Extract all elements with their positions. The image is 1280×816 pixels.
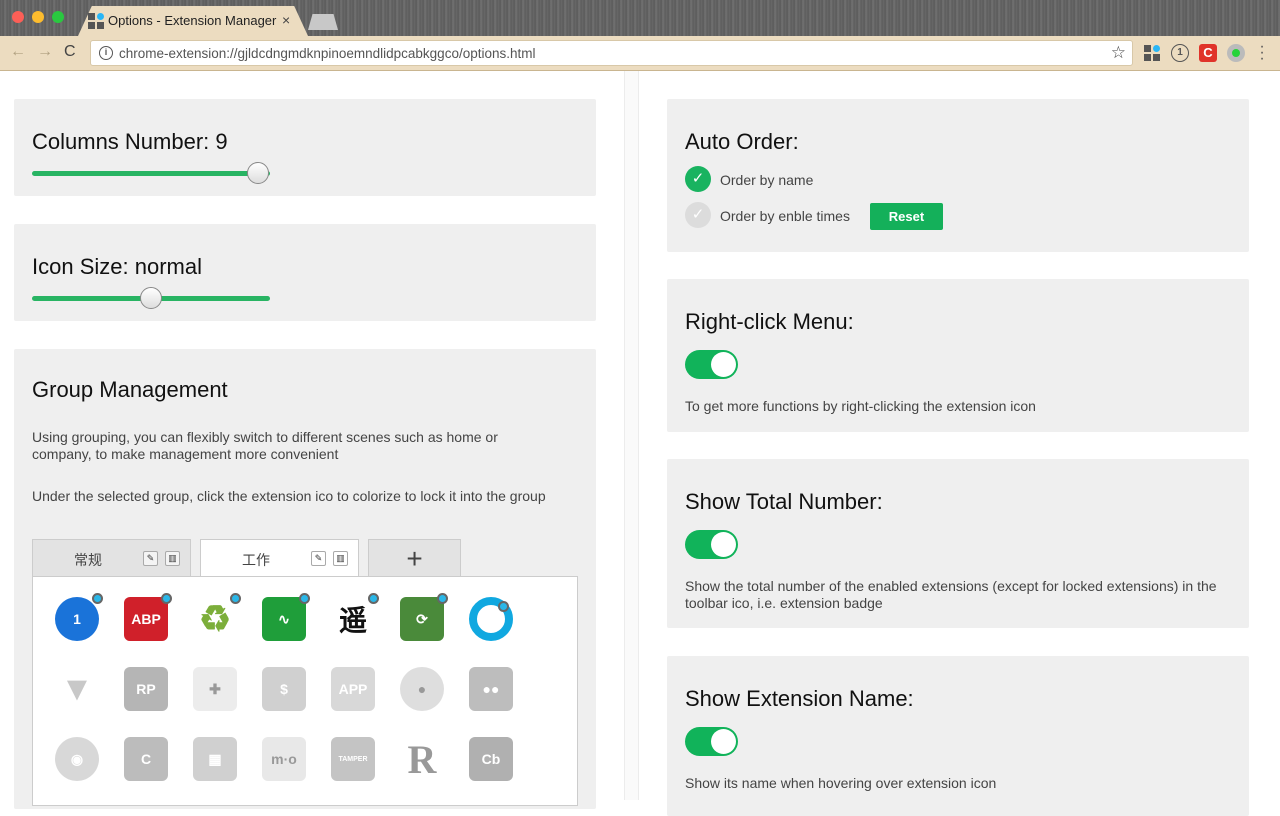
extension-icon-postman-app[interactable]: APP [331,667,375,711]
group-extension-panel: 1 ABP ♻ ∿ 遥 ⟳ ▼ RP ✚ $ APP ● ●● ◉ C ▦ m·o TAMPER R Cb [32,576,578,806]
group-tab-label: 工作 [242,552,270,568]
show-total-toggle[interactable] [685,530,738,559]
group-management-title: Group Management [32,377,228,402]
right-click-title: Right-click Menu: [685,309,854,334]
extension-icon-rp[interactable]: RP [124,667,168,711]
icon-size-card: Icon Size: normal [14,224,596,321]
extension-icon-calligraphy[interactable]: 遥 [331,593,379,641]
right-click-description: To get more functions by right-clicking … [685,398,1036,414]
columns-slider-handle[interactable] [247,162,270,184]
delete-group-icon[interactable]: ▥ [333,551,348,566]
extension-icon-money-bag[interactable]: $ [262,667,306,711]
group-description: Using grouping, you can flexibly switch … [32,429,498,462]
show-name-title: Show Extension Name: [685,686,914,711]
extension-manager-toolbar-icon[interactable] [1143,44,1161,62]
delete-group-icon[interactable]: ▥ [165,551,180,566]
show-total-title: Show Total Number: [685,489,883,514]
extension-icon-cookie[interactable]: ● [400,667,444,711]
info-icon[interactable]: i [99,46,113,60]
plus-icon: + [406,543,423,574]
group-tab-work[interactable]: 工作 ✎ ▥ [200,539,359,578]
columns-label: Columns Number: 9 [32,129,228,154]
bookmark-star-icon[interactable]: ☆ [1111,43,1126,63]
url-text[interactable]: chrome-extension://gjldcdngmdknpinoemndl… [119,46,536,61]
browser-menu-icon[interactable]: · · · [1258,39,1266,67]
extension-manager-icon [88,13,104,29]
group-instruction: Under the selected group, click the exte… [32,488,546,504]
show-extension-name-card: Show Extension Name: Show its name when … [667,656,1249,816]
extension-icon-apps-grid[interactable]: ▦ [193,737,237,781]
locked-badge [498,601,509,612]
icon-size-slider-handle[interactable] [140,287,162,309]
green-dot-toolbar-icon[interactable] [1227,44,1245,62]
extension-icon-recycle[interactable]: ♻ [193,593,241,641]
add-group-button[interactable]: + [368,539,461,577]
extension-icon-funnel[interactable]: ▼ [55,667,99,711]
extension-icon-readability[interactable]: R [400,737,444,782]
group-tab-label: 常规 [74,552,102,568]
options-page: Columns Number: 9 Icon Size: normal Grou… [0,71,1280,816]
extension-icon-pulse-monitor[interactable]: ∿ [262,593,310,641]
show-name-toggle[interactable] [685,727,738,756]
show-total-description: Show the total number of the enabled ext… [685,578,1217,611]
column-divider [624,71,639,800]
extension-icon-tamper-chrome[interactable]: TAMPER [331,737,375,781]
group-tab-general[interactable]: 常规 ✎ ▥ [32,539,191,577]
onepassword-toolbar-icon[interactable]: 1 [1171,44,1189,62]
order-by-enable-times-label[interactable]: Order by enble times [720,208,850,225]
edit-group-icon[interactable]: ✎ [143,551,158,566]
order-by-name-label[interactable]: Order by name [720,172,813,189]
extension-icon-tweetdeck[interactable]: ●● [469,667,513,711]
icon-size-slider[interactable] [32,287,270,309]
locked-badge [299,593,310,604]
toggle-knob [711,729,736,754]
address-bar[interactable]: i chrome-extension://gjldcdngmdknpinoemn… [90,40,1133,66]
edit-group-icon[interactable]: ✎ [311,551,326,566]
forward-button[interactable]: → [37,43,53,61]
reload-button[interactable]: C [64,43,76,61]
tab-close-icon[interactable]: × [282,12,290,28]
toggle-knob [711,532,736,557]
extension-icon-c-grey[interactable]: C [124,737,168,781]
icon-size-label: Icon Size: normal [32,254,202,279]
order-by-enable-times-checkbox[interactable]: ✓ [685,202,711,228]
locked-badge [230,593,241,604]
back-button[interactable]: ← [10,43,26,61]
extension-icon-1password[interactable]: 1 [55,593,103,641]
auto-order-title: Auto Order: [685,129,799,154]
c-extension-toolbar-icon[interactable]: C [1199,44,1217,62]
right-click-menu-card: Right-click Menu: To get more functions … [667,279,1249,432]
show-name-description: Show its name when hovering over extensi… [685,775,997,791]
locked-badge [92,593,103,604]
locked-badge [161,593,172,604]
tab-title: Options - Extension Manager [108,13,277,28]
extension-icon-cb[interactable]: Cb [469,737,513,781]
extension-icon-books-refresh[interactable]: ⟳ [400,593,448,641]
locked-badge [437,593,448,604]
reset-button[interactable]: Reset [870,203,943,230]
toggle-knob [711,352,736,377]
close-window-button[interactable] [12,11,24,23]
minimize-window-button[interactable] [32,11,44,23]
locked-badge [368,593,379,604]
order-by-name-checkbox[interactable]: ✓ [685,166,711,192]
extension-icon-wechat[interactable]: ◉ [55,737,99,781]
auto-order-card: Auto Order: ✓ Order by name ✓ Order by e… [667,99,1249,252]
columns-slider[interactable] [32,162,270,184]
extension-icon-mo-dev[interactable]: m·o [262,737,306,781]
extension-icon-adblock-plus[interactable]: ABP [124,593,172,641]
columns-card: Columns Number: 9 [14,99,596,196]
right-click-toggle[interactable] [685,350,738,379]
extension-icon-puzzle[interactable]: ✚ [193,667,237,711]
extension-icon-blue-ring[interactable] [469,597,513,641]
new-tab-button[interactable] [308,14,338,30]
window-titlebar: Options - Extension Manager × [0,0,1280,36]
zoom-window-button[interactable] [52,11,64,23]
show-total-number-card: Show Total Number: Show the total number… [667,459,1249,628]
